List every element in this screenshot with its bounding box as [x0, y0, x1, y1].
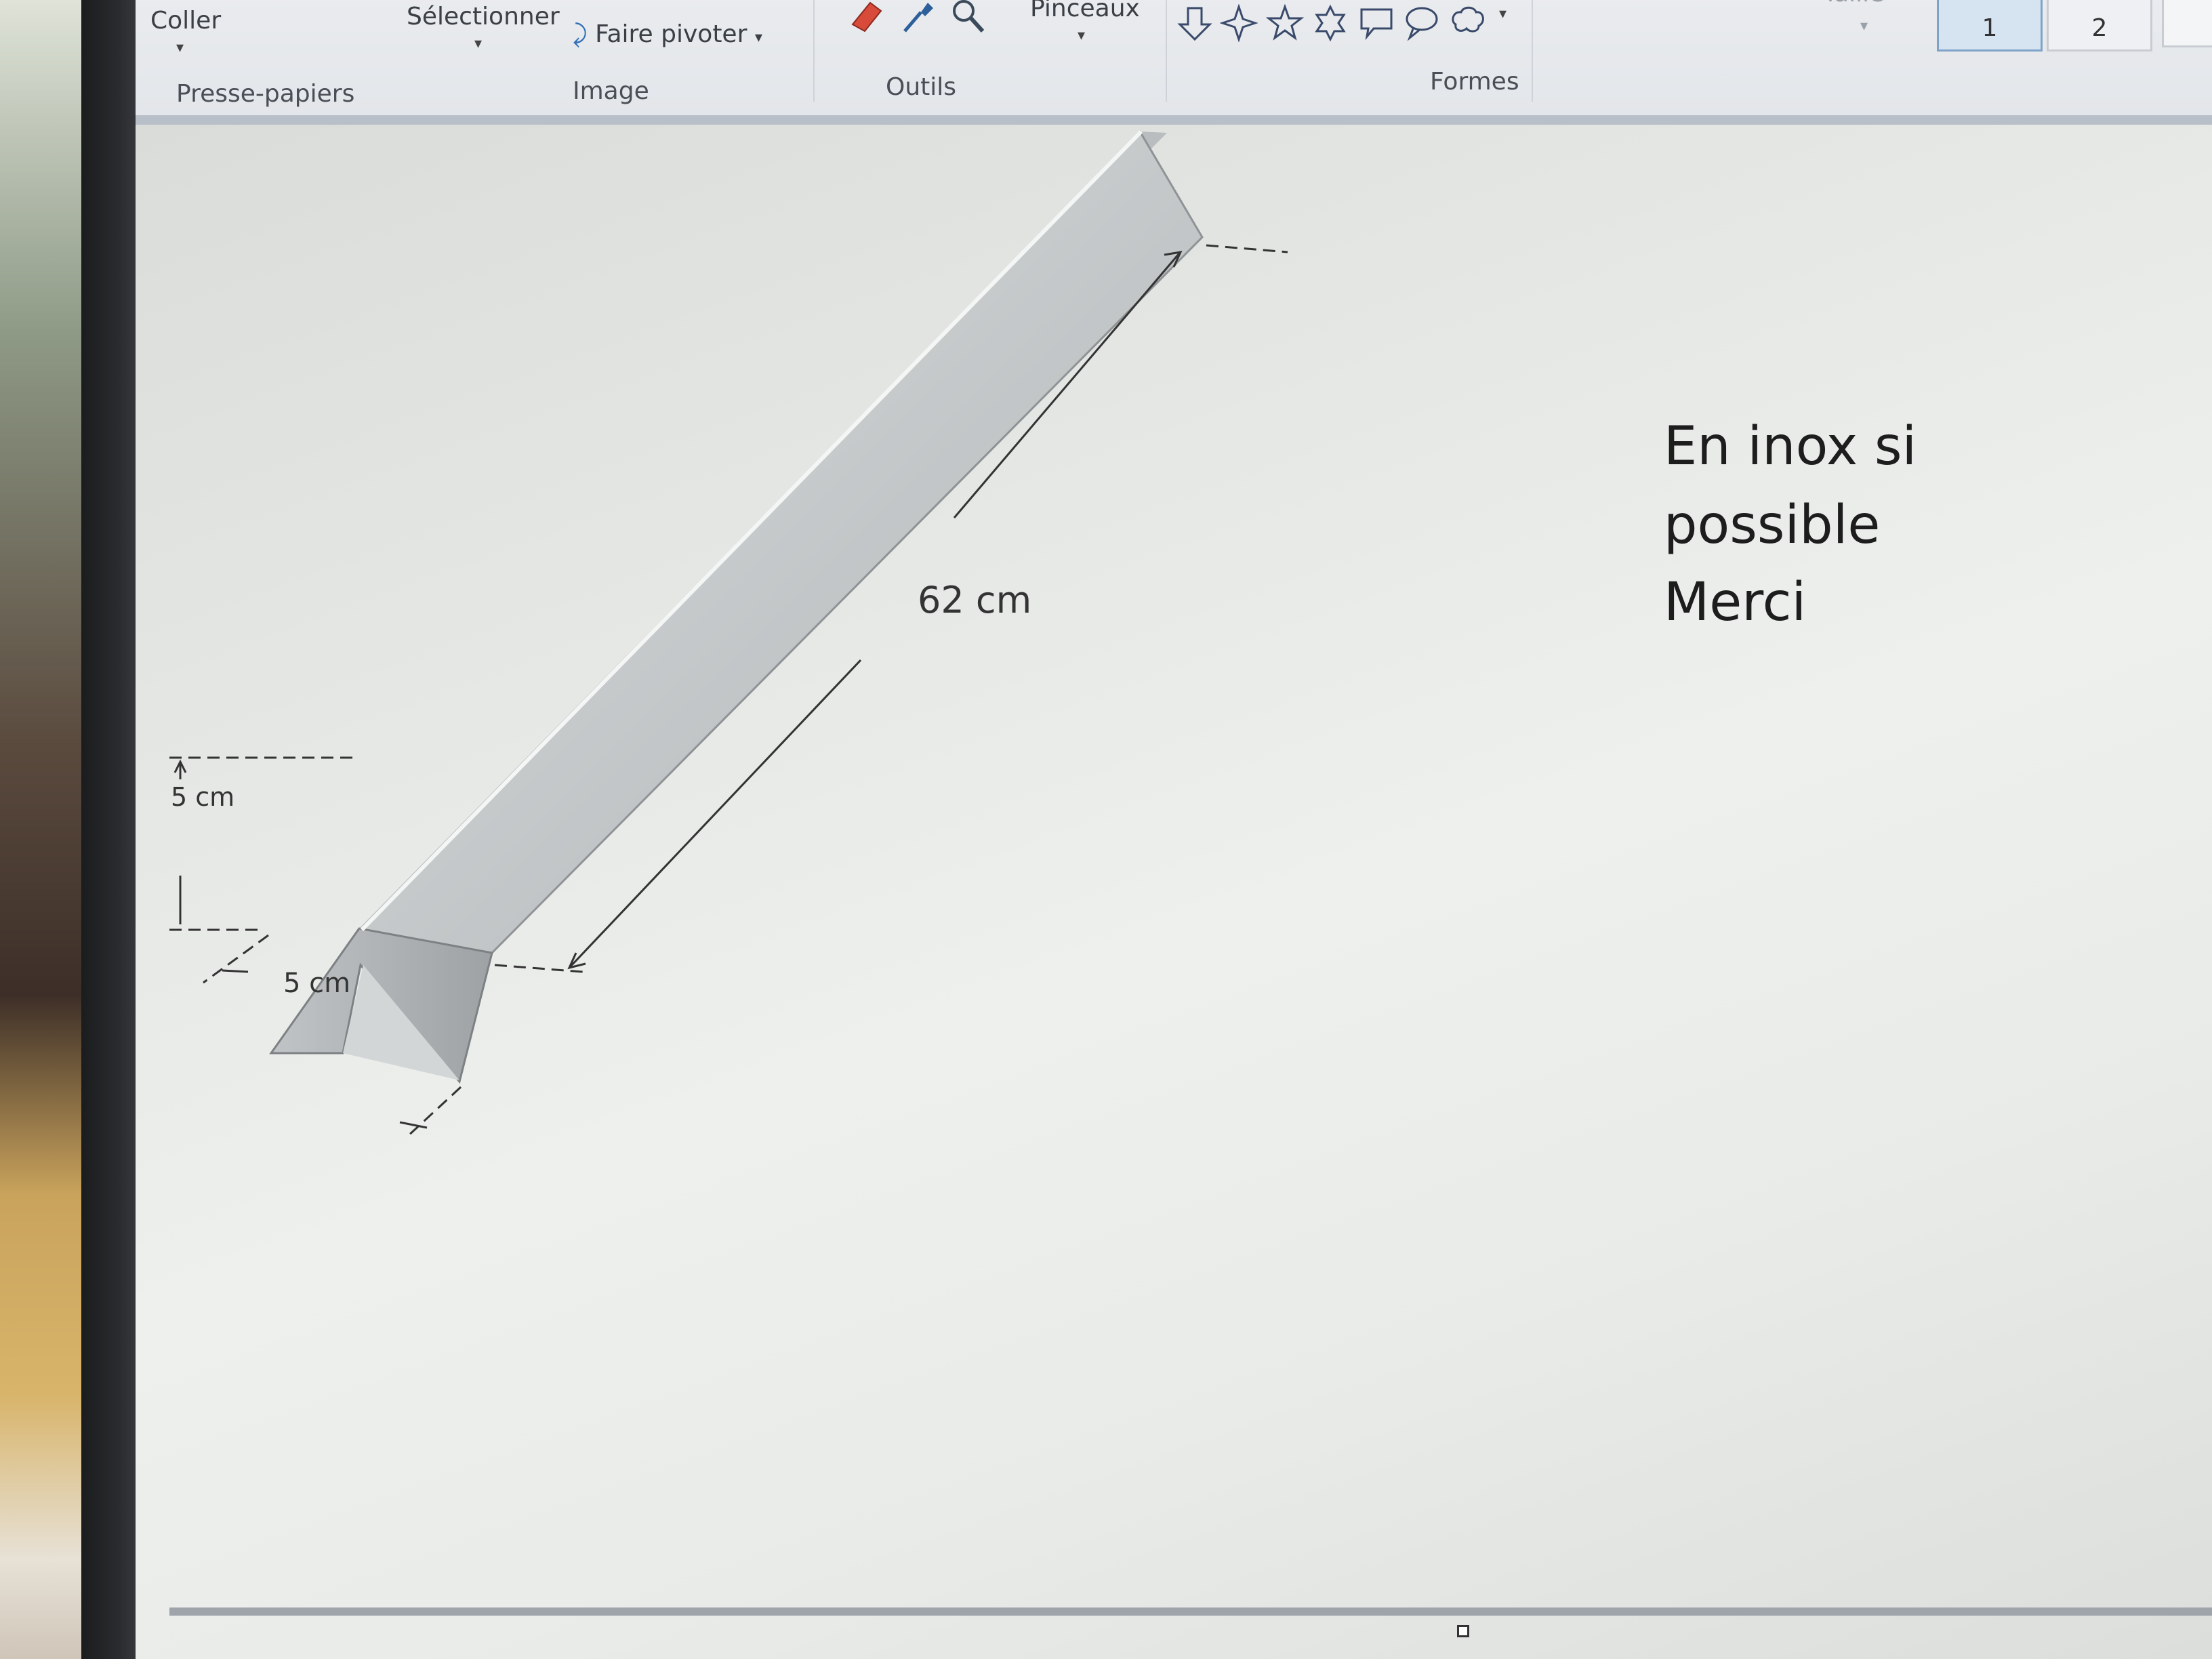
- paste-dropdown-icon[interactable]: ▾: [176, 39, 184, 56]
- magnifier-icon[interactable]: [949, 0, 987, 35]
- group-label-shapes: Formes: [1430, 68, 1519, 96]
- width-extension-line: [405, 1086, 462, 1139]
- select-button[interactable]: Sélectionner: [407, 3, 560, 30]
- width-dimension-line: [222, 969, 249, 973]
- ribbon-separator: [1532, 0, 1533, 102]
- brushes-label: Pinceaux: [1030, 0, 1140, 22]
- paste-label: Coller: [150, 7, 222, 35]
- size-dropdown-icon[interactable]: ▾: [1860, 18, 1868, 35]
- arrow-down-shape-icon[interactable]: [1176, 4, 1214, 42]
- length-extension-line: [1206, 244, 1288, 253]
- height-dimension-label: 5 cm: [171, 782, 235, 812]
- width-dimension-label: 5 cm: [283, 968, 351, 999]
- oval-callout-shape-icon[interactable]: [1403, 4, 1441, 42]
- note-line-3: Merci: [1664, 572, 1807, 633]
- group-label-tools: Outils: [886, 73, 957, 101]
- four-point-star-shape-icon[interactable]: [1220, 4, 1258, 42]
- prism-right-face: [358, 129, 1204, 954]
- five-point-star-shape-icon[interactable]: [1266, 4, 1304, 42]
- size-button[interactable]: Taille: [1823, 0, 1884, 7]
- ribbon-separator: [1166, 0, 1167, 102]
- rotate-icon: ⤸: [573, 20, 588, 48]
- paste-button[interactable]: Coller: [150, 7, 221, 35]
- color1-number: 1: [1982, 14, 1998, 42]
- rotate-button[interactable]: ⤸ Faire pivoter ▾: [573, 20, 762, 49]
- brushes-button[interactable]: Pinceaux: [1030, 0, 1140, 22]
- canvas-bottom-border: [169, 1607, 2212, 1616]
- monitor-bezel: [81, 0, 142, 1659]
- cloud-callout-shape-icon[interactable]: [1449, 4, 1487, 42]
- color1-button[interactable]: 1: [1937, 0, 2043, 52]
- note-line-2: possible: [1664, 495, 1881, 556]
- color-picker-icon[interactable]: [898, 0, 936, 35]
- rotate-label: Faire pivoter: [595, 20, 747, 48]
- size-label: Taille: [1823, 0, 1884, 7]
- note-line-1: En inox si: [1664, 416, 1917, 477]
- drawing-canvas[interactable]: 62 cm 5 cm 5 cm En inox si possible Merc…: [136, 125, 2212, 1602]
- edit-colors-button[interactable]: [2162, 0, 2212, 47]
- select-label: Sélectionner: [407, 3, 560, 30]
- brushes-dropdown-icon[interactable]: ▾: [1078, 27, 1085, 44]
- prism-drawing: [169, 129, 1288, 1139]
- width-dimension-line: [399, 1121, 428, 1129]
- color2-number: 2: [2091, 14, 2108, 42]
- width-extension-line: [203, 934, 269, 984]
- canvas-resize-handle[interactable]: [1457, 1625, 1469, 1637]
- group-label-image: Image: [573, 77, 649, 105]
- ribbon-separator: [813, 0, 815, 102]
- prism-ridge: [360, 129, 1143, 932]
- rectangle-callout-shape-icon[interactable]: [1357, 4, 1395, 42]
- color2-button[interactable]: 2: [2047, 0, 2152, 52]
- six-point-star-shape-icon[interactable]: [1311, 4, 1349, 42]
- paint-window: Coller ▾ Sélectionner ▾ ⤸ Faire pivoter …: [136, 0, 2212, 1659]
- eraser-icon[interactable]: [847, 0, 885, 35]
- rotate-dropdown-icon: ▾: [754, 29, 762, 46]
- ribbon: Coller ▾ Sélectionner ▾ ⤸ Faire pivoter …: [136, 0, 2212, 125]
- length-dimension-label: 62 cm: [918, 579, 1032, 621]
- select-dropdown-icon[interactable]: ▾: [474, 35, 482, 52]
- shapes-more-icon[interactable]: ▾: [1499, 5, 1507, 22]
- group-label-clipboard: Presse-papiers: [176, 80, 355, 108]
